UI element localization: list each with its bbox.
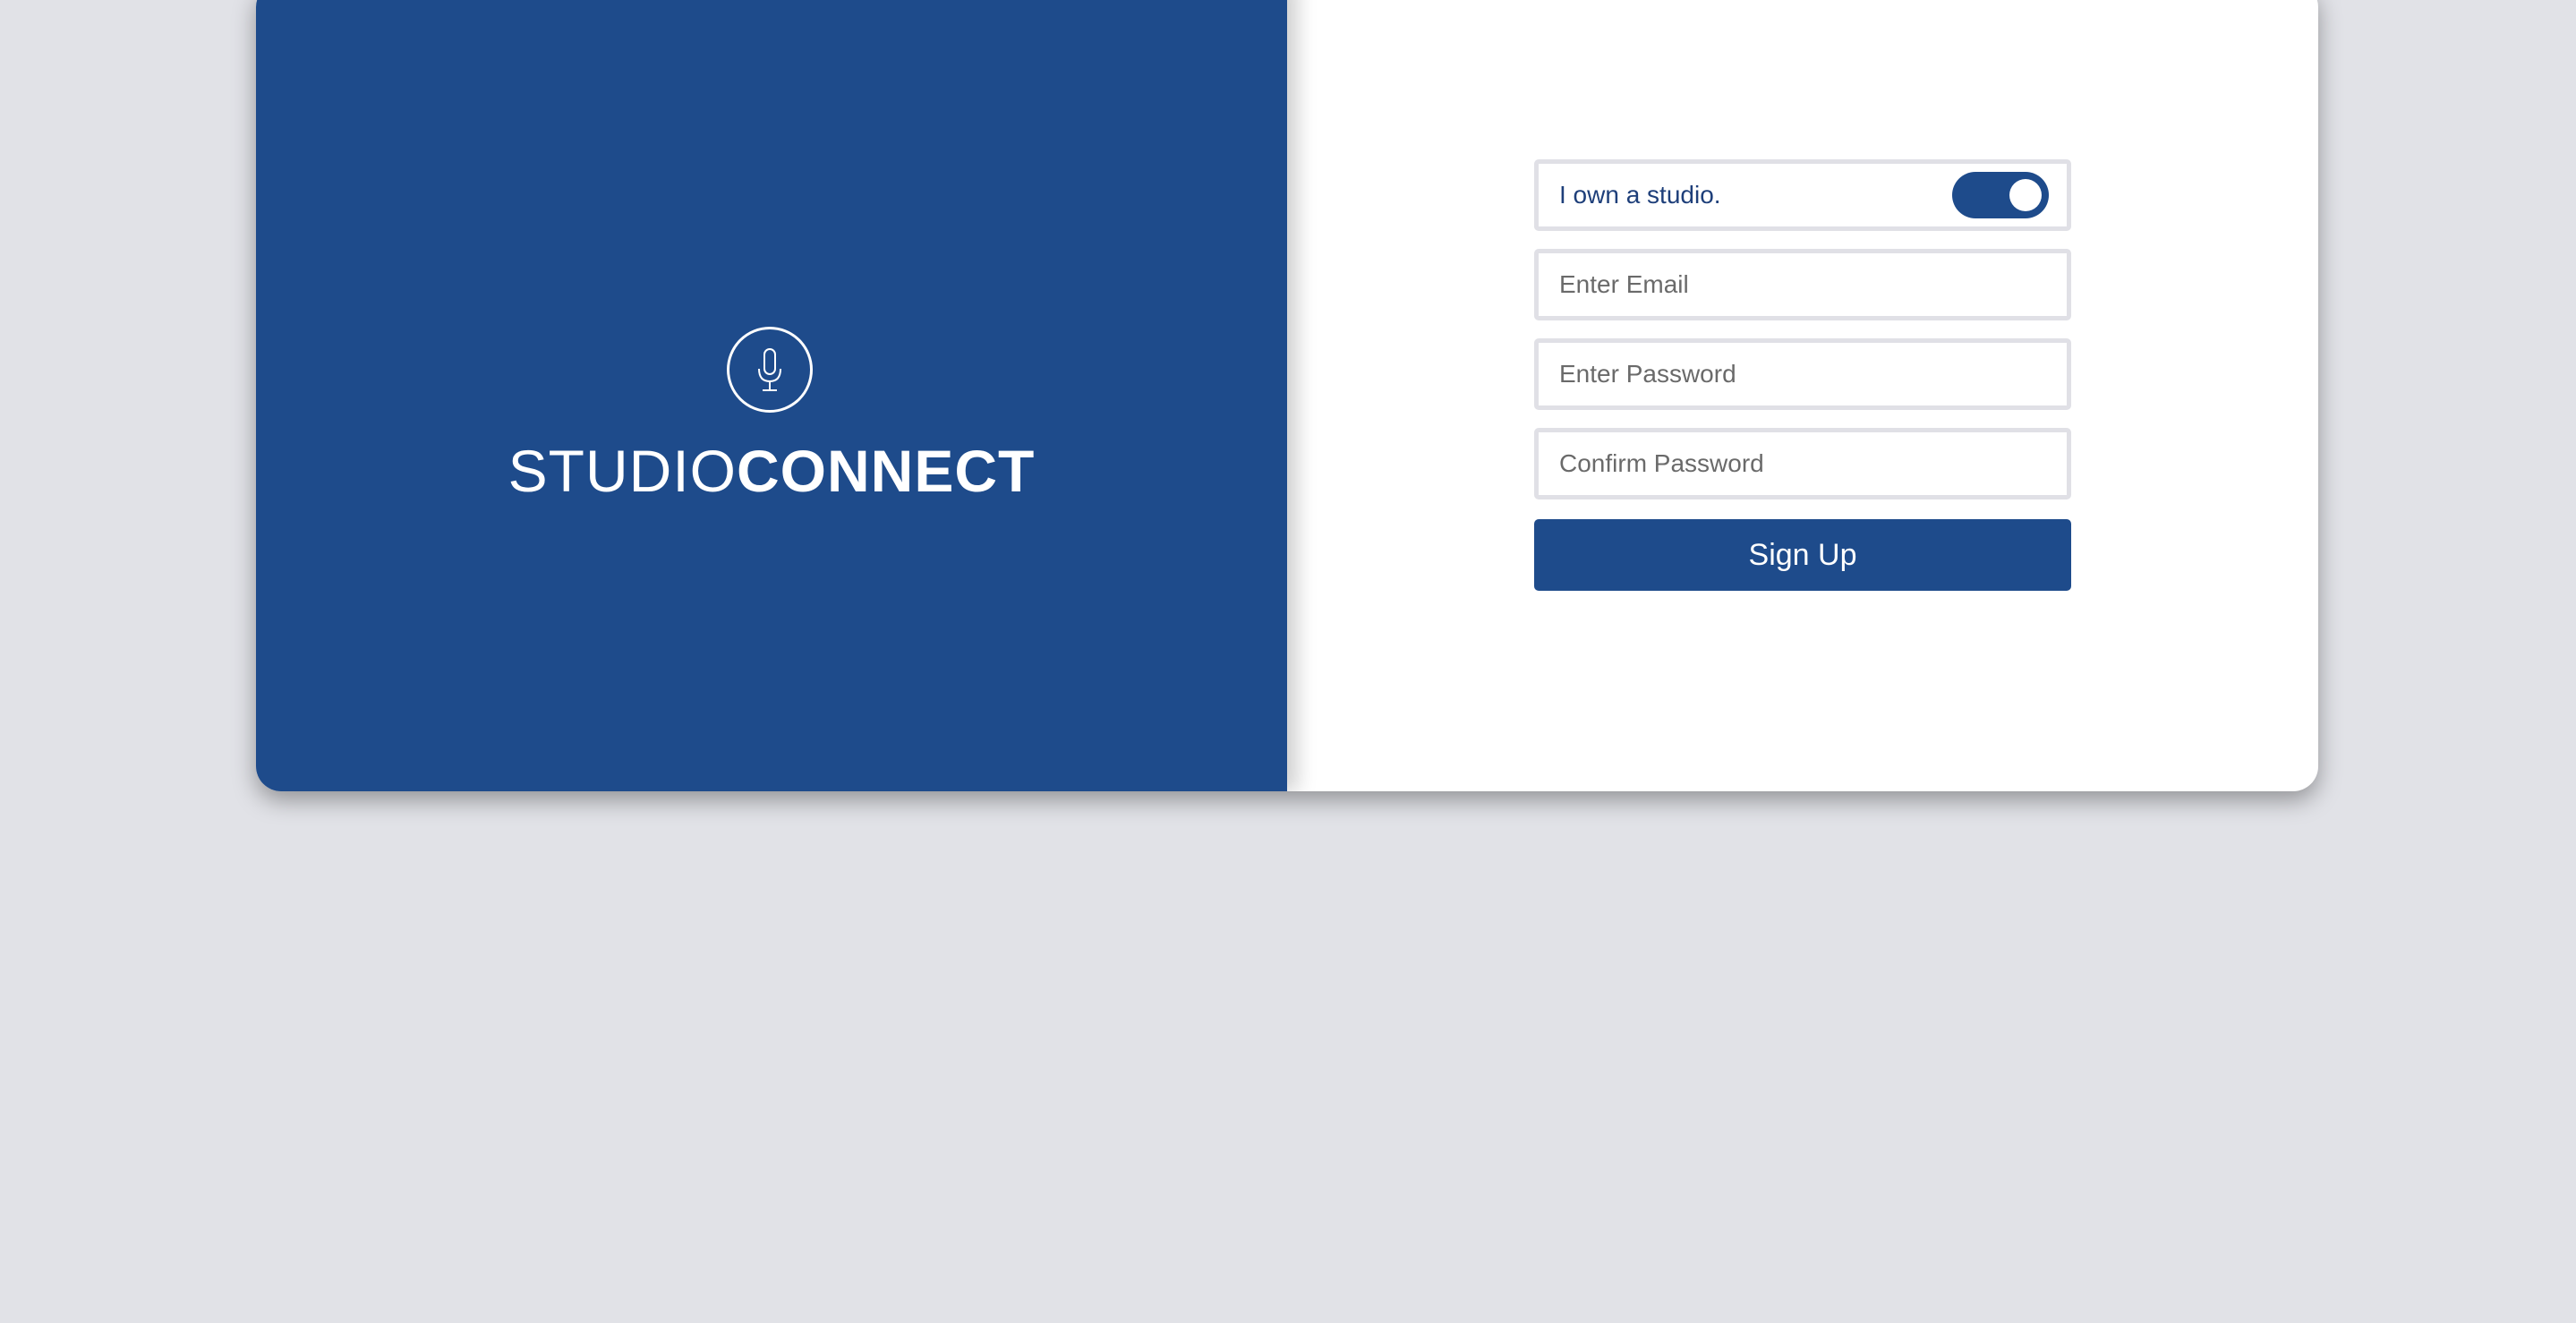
signup-card: STUDIOCONNECT I own a studio. Sign Up [256,0,2318,791]
brand-logo-text: STUDIOCONNECT [256,437,1287,505]
email-input[interactable] [1539,253,2067,316]
studio-owner-row: I own a studio. [1534,159,2071,231]
email-field-container [1534,249,2071,320]
confirm-password-input[interactable] [1539,432,2067,495]
password-input[interactable] [1539,343,2067,405]
signup-form: I own a studio. Sign Up [1534,159,2071,591]
brand-name-light: STUDIO [508,438,737,504]
brand-panel: STUDIOCONNECT [256,0,1287,791]
confirm-password-field-container [1534,428,2071,499]
password-field-container [1534,338,2071,410]
brand-name-bold: CONNECT [737,438,1036,504]
sign-up-button[interactable]: Sign Up [1534,519,2071,591]
studio-owner-label: I own a studio. [1559,181,1721,209]
toggle-knob [2009,179,2042,211]
studio-owner-toggle[interactable] [1952,172,2049,218]
microphone-icon [727,327,813,413]
